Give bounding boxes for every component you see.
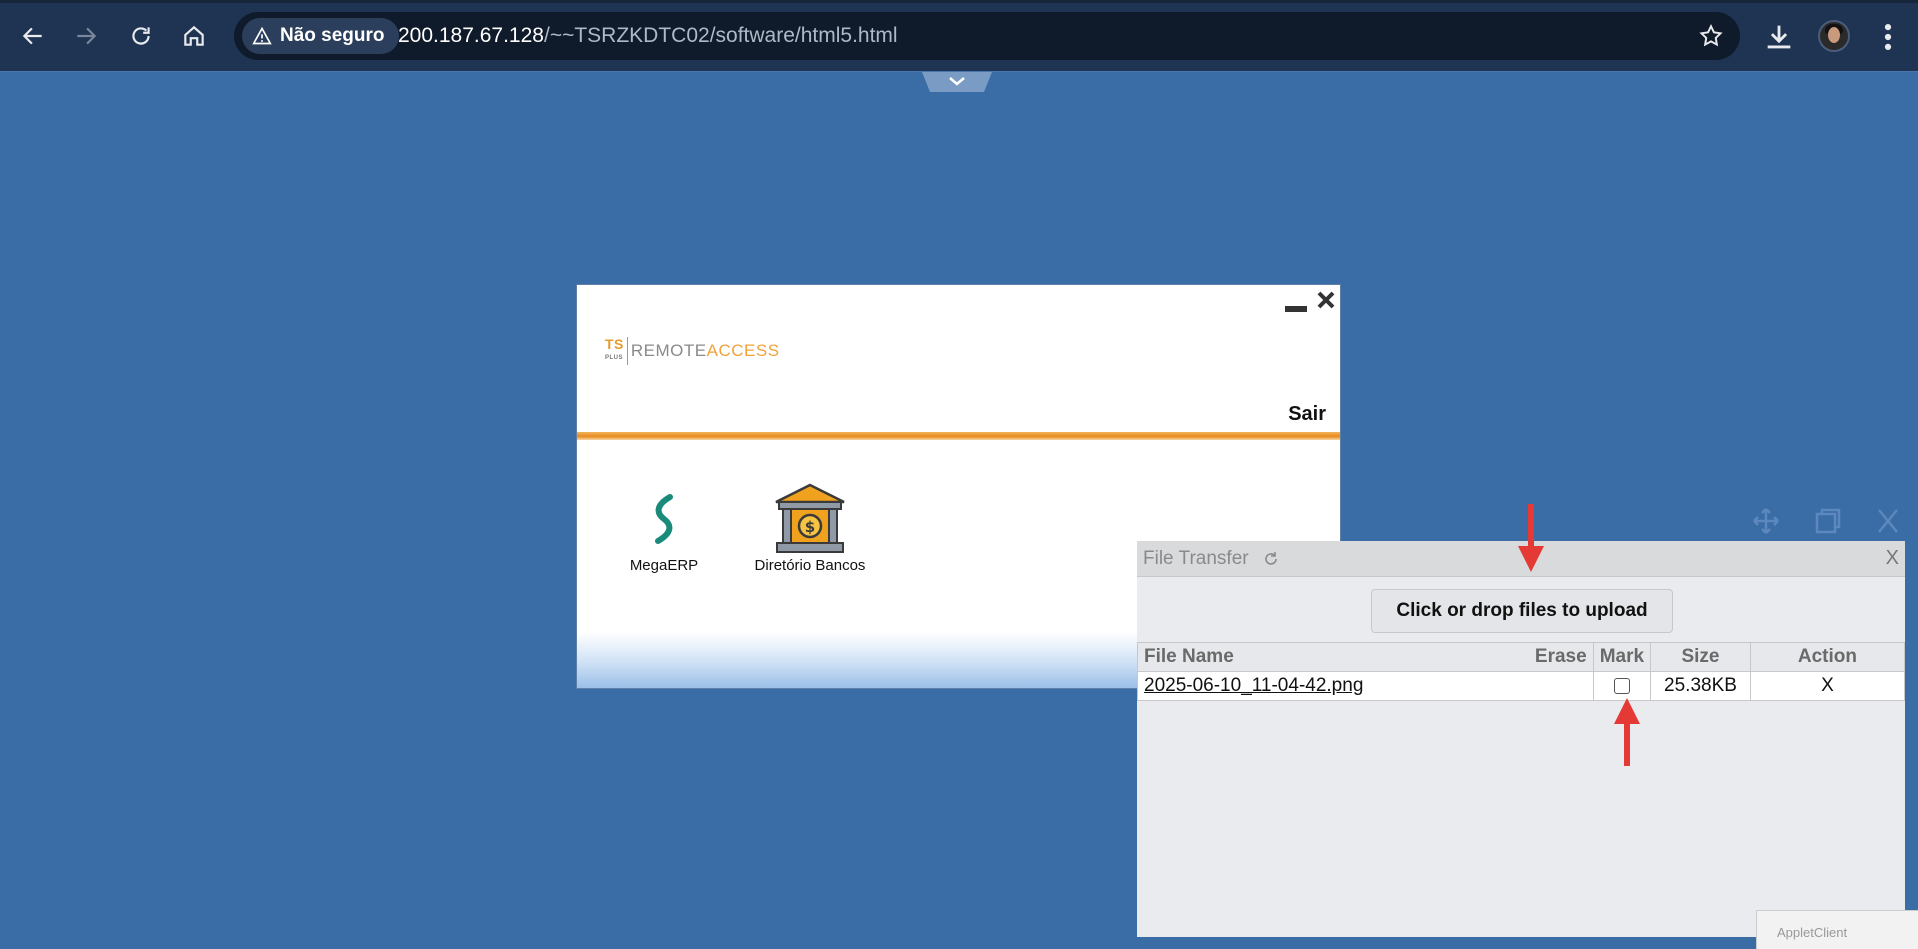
url-path: /~~TSRZKDTC02/software/html5.html (543, 24, 898, 47)
col-file-name: File Name Erase (1137, 642, 1594, 672)
browser-toolbar: Não seguro 200.187.67.128/~~TSRZKDTC02/s… (0, 0, 1918, 72)
col-action: Action (1749, 642, 1906, 672)
close-session-icon[interactable] (1874, 507, 1902, 535)
profile-avatar[interactable] (1818, 20, 1850, 52)
app-label: Diretório Bancos (754, 557, 866, 574)
bank-building-icon: $ (775, 483, 845, 553)
move-icon[interactable] (1752, 507, 1780, 535)
more-menu-icon[interactable] (1878, 20, 1898, 54)
exit-link[interactable]: Sair (1288, 403, 1326, 426)
tab-strip (0, 0, 1918, 3)
col-erase: Erase (1534, 646, 1587, 667)
logo-remote: REMOTE (630, 341, 707, 360)
upload-button[interactable]: Click or drop files to upload (1371, 589, 1673, 633)
back-button[interactable] (13, 16, 53, 56)
file-table-header: File Name Erase Mark Size Action (1137, 642, 1906, 672)
logo-ts: TS PLUS (605, 337, 628, 365)
close-icon[interactable] (1315, 289, 1337, 311)
home-icon (184, 25, 204, 46)
back-arrow-icon (22, 27, 42, 45)
url-text[interactable]: 200.187.67.128/~~TSRZKDTC02/software/htm… (398, 24, 898, 48)
header-divider (577, 432, 1340, 440)
file-size: 25.38KB (1650, 671, 1751, 701)
refresh-icon[interactable] (1262, 550, 1280, 568)
download-icon[interactable] (1762, 20, 1796, 54)
col-mark: Mark (1592, 642, 1652, 672)
file-table: File Name Erase Mark Size Action 2025-06… (1137, 642, 1906, 701)
svg-text:$: $ (805, 518, 815, 536)
reload-button[interactable] (121, 16, 161, 56)
warning-icon (252, 26, 272, 45)
file-transfer-panel: File Transfer X Click or drop files to u… (1137, 541, 1906, 937)
forward-arrow-icon (77, 27, 97, 45)
url-host: 200.187.67.128 (398, 24, 544, 47)
bookmark-star-icon[interactable] (1698, 23, 1724, 49)
avatar-face (1828, 27, 1840, 43)
megaerp-logo-icon (655, 494, 673, 544)
security-chip[interactable]: Não seguro (242, 18, 399, 54)
home-button[interactable] (174, 16, 214, 56)
applet-client-stub: AppletClient (1756, 910, 1918, 949)
annotation-arrow-down (1518, 504, 1544, 572)
delete-file-button[interactable]: X (1749, 671, 1906, 701)
file-download-link[interactable]: 2025-06-10_11-04-42.png (1144, 675, 1363, 696)
app-megaerp[interactable]: MegaERP (609, 481, 719, 574)
table-row: 2025-06-10_11-04-42.png 25.38KB X (1137, 671, 1906, 701)
annotation-arrow-up (1614, 698, 1640, 766)
address-bar[interactable]: Não seguro 200.187.67.128/~~TSRZKDTC02/s… (234, 12, 1740, 60)
forward-button[interactable] (66, 16, 106, 56)
minimize-icon[interactable] (1285, 306, 1307, 312)
tsplus-logo: TS PLUS REMOTE ACCESS (605, 337, 780, 365)
col-size: Size (1650, 642, 1751, 672)
app-diretorio-bancos[interactable]: $ Diretório Bancos (735, 481, 885, 574)
session-toolbar-toggle[interactable] (922, 72, 992, 94)
file-transfer-close-button[interactable]: X (1886, 547, 1899, 570)
mark-checkbox[interactable] (1613, 677, 1630, 694)
file-transfer-title: File Transfer (1143, 548, 1249, 569)
app-label: MegaERP (629, 557, 699, 574)
security-label: Não seguro (280, 25, 385, 46)
logo-access: ACCESS (706, 341, 780, 360)
restore-window-icon[interactable] (1814, 507, 1842, 535)
reload-icon (132, 27, 150, 45)
